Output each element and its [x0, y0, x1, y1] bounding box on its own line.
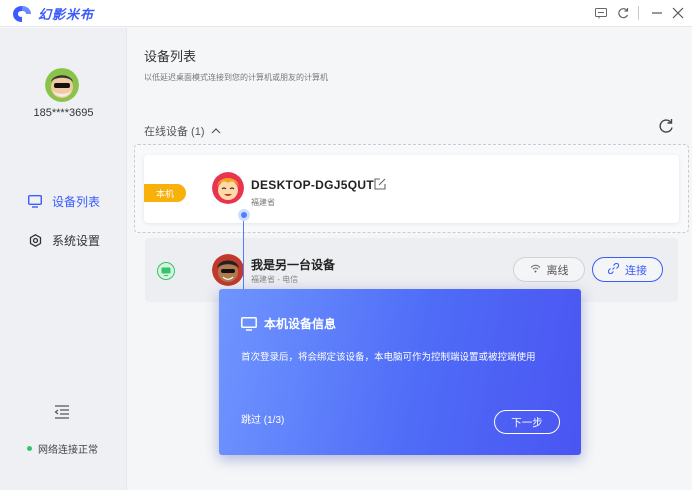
- monitor-icon: [241, 316, 257, 331]
- device-avatar: [212, 254, 244, 286]
- guide-popover: 本机设备信息 首次登录后，将会绑定该设备，本电脑可作为控制端设置或被控端使用 跳…: [219, 289, 581, 455]
- chevron-up-icon: [211, 128, 220, 134]
- next-button[interactable]: 下一步: [494, 410, 560, 434]
- offline-label: 离线: [546, 264, 569, 277]
- edit-icon[interactable]: [374, 178, 386, 190]
- monitor-icon: [28, 195, 42, 209]
- close-icon[interactable]: [669, 4, 687, 22]
- device-location: 福建省 - 电信: [251, 275, 299, 284]
- offline-button[interactable]: 离线: [513, 257, 585, 282]
- online-devices-toggle[interactable]: 在线设备 (1): [144, 123, 221, 139]
- network-status-label: 网络连接正常: [38, 445, 98, 456]
- sidebar-item-devices[interactable]: 设备列表: [28, 193, 100, 210]
- online-devices-label: 在线设备 (1): [144, 126, 205, 138]
- skip-link[interactable]: 跳过 (1/3): [241, 411, 284, 426]
- gear-icon: [28, 234, 42, 248]
- page-subtitle: 以低延迟桌面模式连接到您的计算机或朋友的计算机: [144, 73, 328, 82]
- avatar[interactable]: [45, 68, 79, 102]
- connect-label: 连接: [625, 264, 647, 277]
- title-divider: [638, 6, 639, 20]
- status-dot: [27, 446, 32, 451]
- connect-button[interactable]: 连接: [592, 257, 663, 282]
- sidebar-item-label: 设备列表: [52, 195, 101, 209]
- refresh-icon[interactable]: [658, 118, 674, 134]
- wifi-icon: [530, 264, 541, 276]
- guide-body: 首次登录后，将会绑定该设备，本电脑可作为控制端设置或被控端使用: [241, 352, 536, 363]
- link-icon: [607, 262, 620, 277]
- local-badge: 本机: [144, 184, 186, 202]
- user-phone: 185****3695: [33, 107, 94, 119]
- sidebar-item-settings[interactable]: 系统设置: [28, 232, 100, 249]
- app-name: 幻影米布: [38, 7, 95, 22]
- guide-title: 本机设备信息: [241, 315, 336, 332]
- device-location: 福建省: [251, 198, 275, 207]
- sidebar: 185****3695 设备列表 系统设置 网络连接正常: [0, 28, 127, 490]
- device-name: 我是另一台设备: [251, 258, 336, 272]
- sidebar-item-label: 系统设置: [52, 234, 101, 248]
- guide-pointer-dot: [238, 209, 250, 221]
- title-bar: 幻影米布: [0, 0, 692, 27]
- collapse-menu-icon[interactable]: [54, 405, 70, 419]
- page-title: 设备列表: [144, 49, 197, 64]
- minimize-icon[interactable]: [648, 4, 666, 22]
- device-name: DESKTOP-DGJ5QUT: [251, 178, 374, 192]
- refresh-app-icon[interactable]: [614, 4, 632, 22]
- feedback-icon[interactable]: [592, 4, 610, 22]
- network-status: 网络连接正常: [27, 441, 98, 456]
- device-avatar: [212, 172, 244, 204]
- app-logo: 幻影米布: [12, 4, 94, 23]
- guide-title-text: 本机设备信息: [264, 317, 337, 331]
- device-online-icon: [157, 262, 175, 280]
- logo-mark-icon: [13, 5, 31, 22]
- guide-pointer-line: [243, 221, 244, 289]
